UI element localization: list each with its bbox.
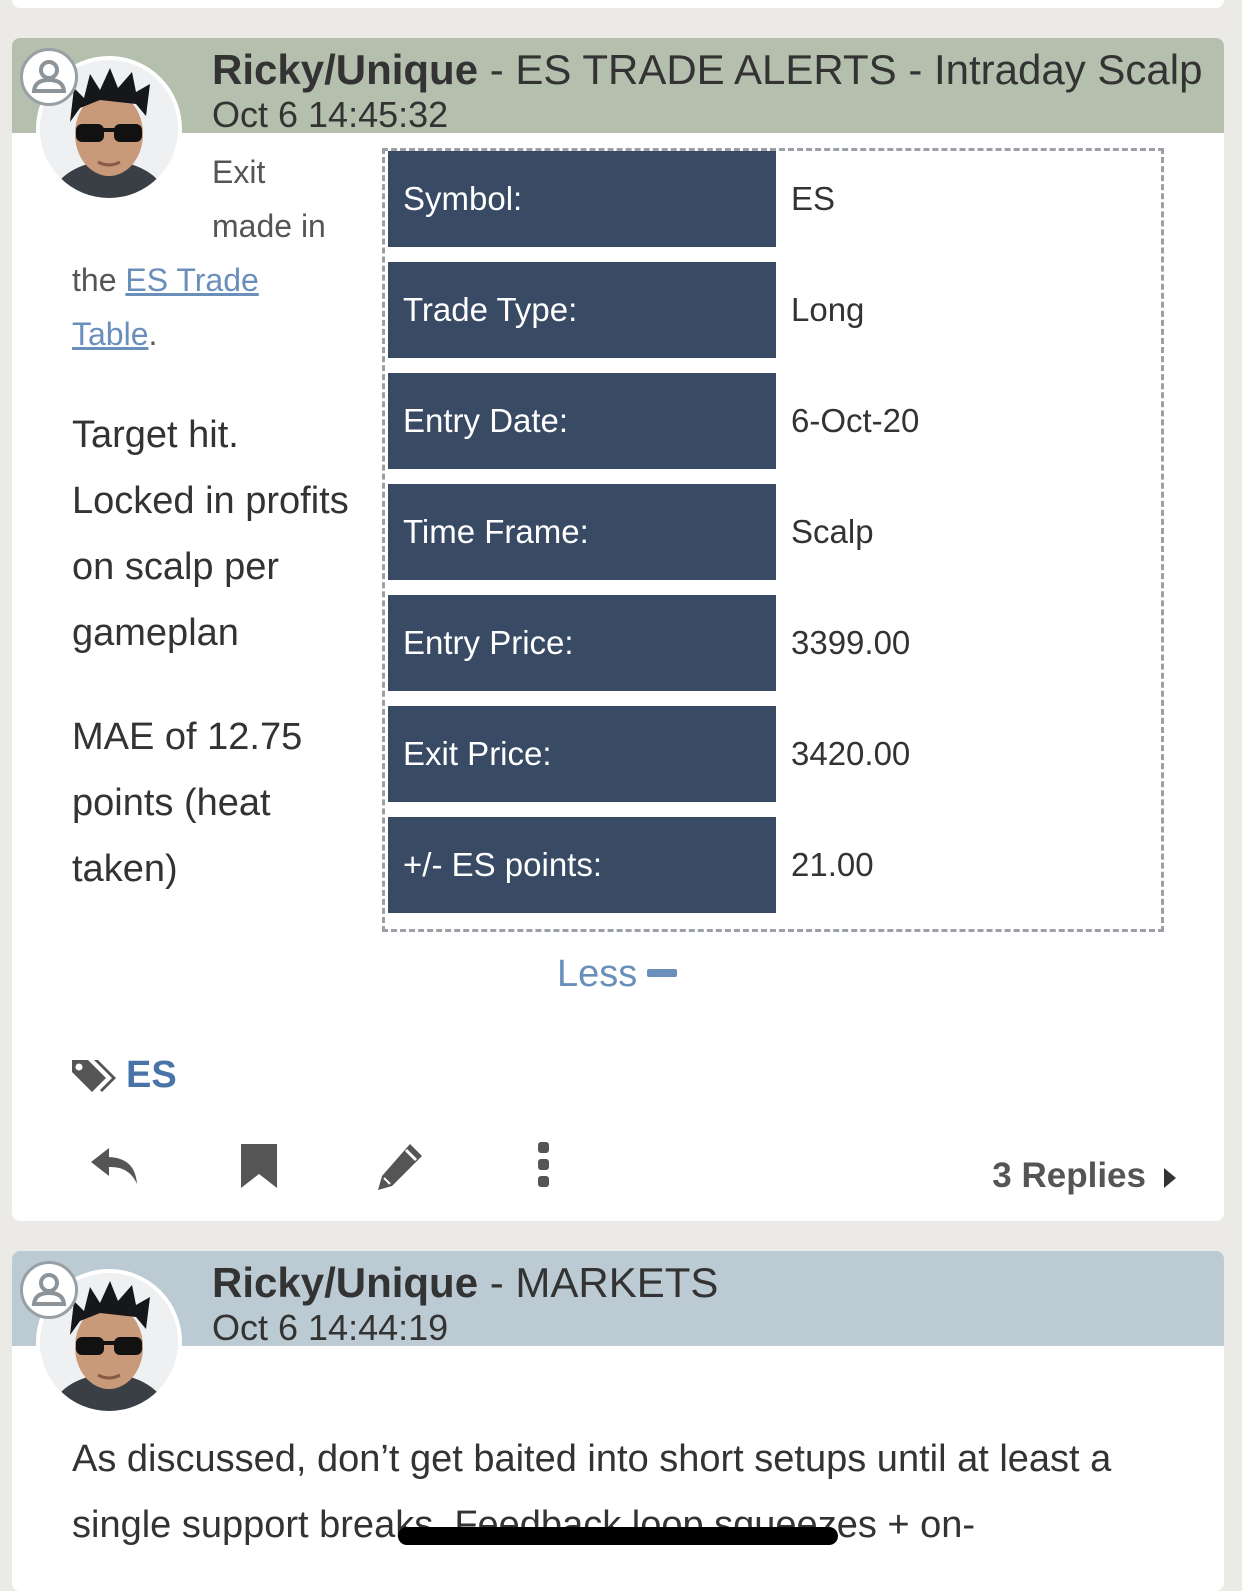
trade-row-entry-date: Entry Date: 6-Oct-20 — [388, 373, 1162, 469]
trade-value: ES — [791, 180, 836, 217]
trade-row-entry-price: Entry Price: 3399.00 — [388, 595, 1162, 691]
post-timestamp: Oct 6 14:45:32 — [212, 94, 449, 135]
trade-row-type: Trade Type: Long — [388, 262, 1162, 358]
body-line: taken) — [72, 848, 178, 890]
intro-line: made in — [212, 208, 326, 244]
trade-label: Exit Price: — [388, 706, 776, 802]
post-title: Ricky/Unique - MARKETS — [212, 1259, 718, 1307]
intro-text: . — [148, 316, 158, 352]
trade-label: Entry Date: — [388, 373, 776, 469]
mae-note: MAE of 12.75 points (heat taken) — [72, 704, 302, 902]
post-actions: 3 Replies — [12, 1138, 1224, 1198]
bookmark-button[interactable] — [232, 1138, 288, 1194]
intro-text: the — [72, 262, 126, 298]
trade-value: Long — [791, 291, 865, 328]
replies-button[interactable]: 3 Replies — [992, 1156, 1176, 1196]
body-line: MAE of 12.75 — [72, 716, 303, 758]
post-title: Ricky/Unique - ES TRADE ALERTS - Intrada… — [212, 46, 1202, 94]
pencil-icon — [378, 1144, 422, 1190]
reply-icon — [91, 1148, 137, 1184]
reply-button[interactable] — [87, 1138, 143, 1194]
es-trade-table-link[interactable]: Table — [72, 316, 149, 352]
trade-label: Symbol: — [388, 151, 776, 247]
post-body: Target hit. Locked in profits on scalp p… — [72, 402, 349, 666]
trade-value: 3420.00 — [791, 735, 911, 772]
user-badge-icon — [20, 48, 78, 106]
body-line: gameplan — [72, 612, 239, 654]
intro-line: the ES Trade — [72, 253, 259, 307]
show-less-button[interactable]: Less — [557, 953, 678, 996]
trade-value: 3399.00 — [791, 624, 911, 661]
replies-count: 3 Replies — [992, 1156, 1146, 1195]
body-line: points (heat — [72, 782, 271, 824]
more-vertical-icon — [538, 1142, 549, 1187]
caret-right-icon — [1164, 1167, 1176, 1188]
post-card: Ricky/Unique - ES TRADE ALERTS - Intrada… — [12, 38, 1224, 1221]
trade-value: Scalp — [791, 513, 874, 550]
author-name[interactable]: Ricky/Unique — [212, 46, 478, 93]
channel-name: - MARKETS — [478, 1259, 719, 1306]
tag-es[interactable]: ES — [126, 1054, 177, 1097]
post-header[interactable]: Ricky/Unique - MARKETS Oct 6 14:44:19 — [12, 1251, 1224, 1348]
home-indicator[interactable] — [398, 1527, 838, 1545]
trade-label: +/- ES points: — [388, 817, 776, 913]
trade-table: Symbol: ES Trade Type: Long Entry Date: … — [382, 148, 1164, 932]
body-line: Locked in profits — [72, 480, 349, 522]
body-line: on scalp per — [72, 546, 280, 588]
trade-value: 21.00 — [791, 846, 874, 883]
previous-post-card — [12, 0, 1224, 8]
intro-line: Exit — [212, 154, 266, 190]
author-name[interactable]: Ricky/Unique — [212, 1259, 478, 1306]
bookmark-icon — [241, 1144, 277, 1188]
body-line: Target hit. — [72, 414, 239, 456]
trade-row-time-frame: Time Frame: Scalp — [388, 484, 1162, 580]
tags-icon — [72, 1060, 116, 1092]
show-less-label: Less — [557, 953, 638, 995]
intro-line: Table. — [72, 307, 157, 361]
trade-row-points: +/- ES points: 21.00 — [388, 817, 1162, 913]
trade-label: Time Frame: — [388, 484, 776, 580]
user-badge-icon — [20, 1261, 78, 1319]
minus-icon — [647, 968, 678, 977]
post-header[interactable]: Ricky/Unique - ES TRADE ALERTS - Intrada… — [12, 38, 1224, 135]
more-options-button[interactable] — [515, 1138, 571, 1194]
trade-row-symbol: Symbol: ES — [388, 151, 1162, 247]
channel-name: - ES TRADE ALERTS - Intraday Scalp — [478, 46, 1203, 93]
trade-row-exit-price: Exit Price: 3420.00 — [388, 706, 1162, 802]
edit-button[interactable] — [374, 1138, 430, 1194]
es-trade-table-link[interactable]: ES Trade — [125, 262, 258, 298]
trade-value: 6-Oct-20 — [791, 402, 920, 439]
trade-label: Entry Price: — [388, 595, 776, 691]
post-timestamp: Oct 6 14:44:19 — [212, 1307, 449, 1348]
trade-label: Trade Type: — [388, 262, 776, 358]
